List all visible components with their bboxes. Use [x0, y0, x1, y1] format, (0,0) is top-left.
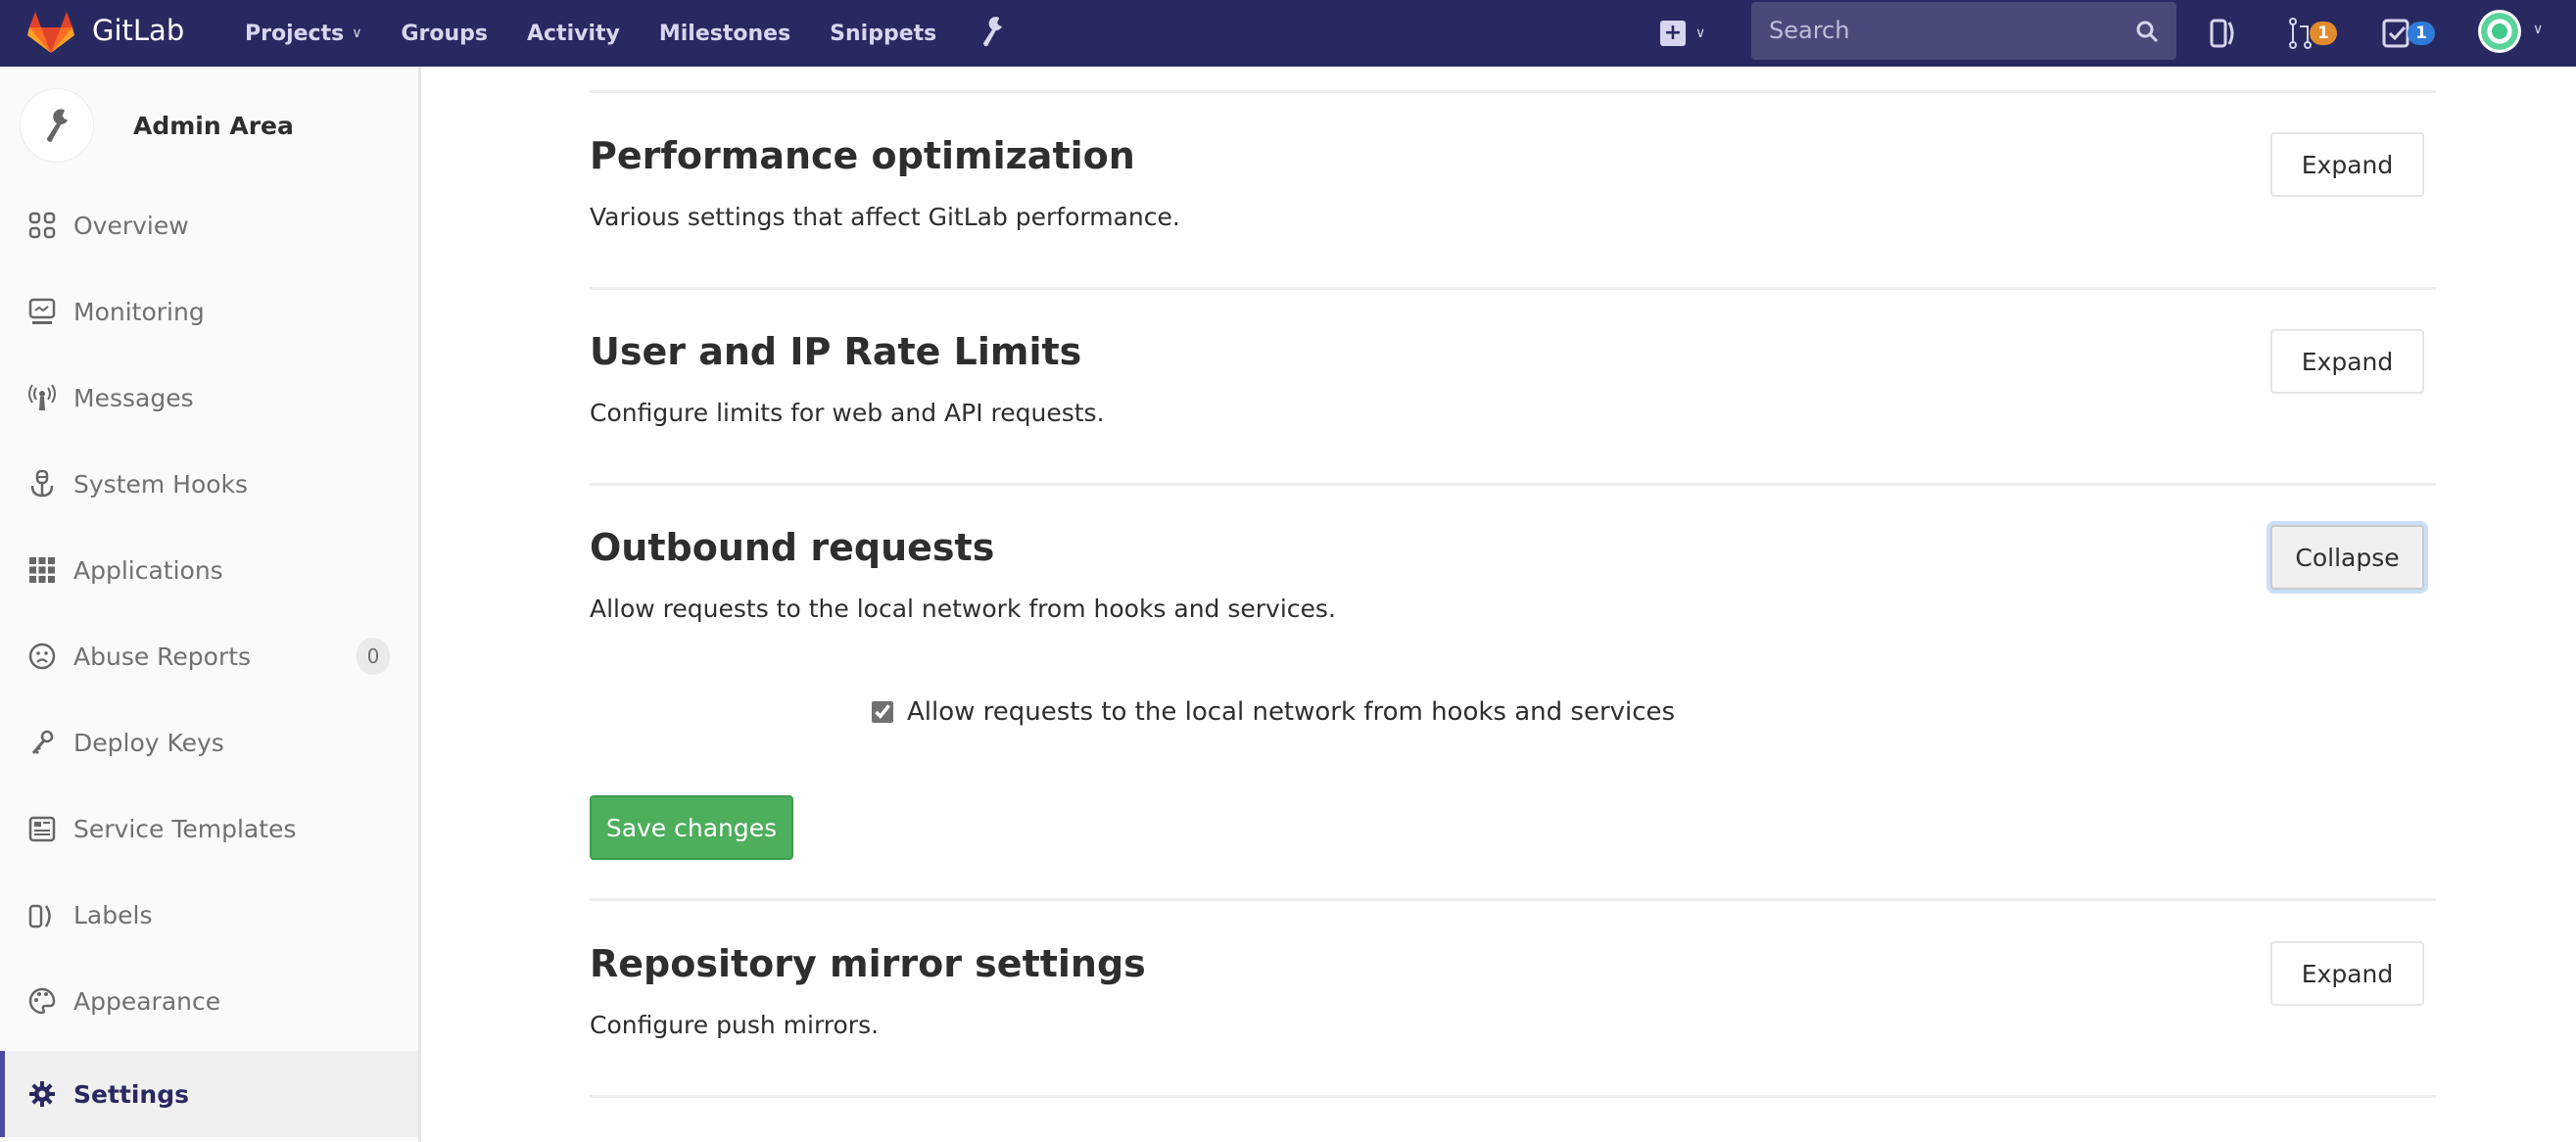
section-description: Allow requests to the local network from…	[590, 595, 1336, 623]
section-divider	[590, 90, 2436, 93]
admin-avatar	[20, 88, 94, 163]
monitor-icon	[27, 297, 57, 326]
sidebar-item-label: Applications	[73, 555, 223, 585]
brand-name[interactable]: GitLab	[92, 14, 184, 47]
search-box[interactable]	[1751, 2, 2176, 60]
settings-content: Performance optimization Various setting…	[421, 67, 2576, 1142]
overview-grid-icon	[27, 211, 57, 240]
sidebar-item-label: Messages	[73, 383, 194, 412]
sidebar-item-monitoring[interactable]: Monitoring	[0, 268, 418, 355]
expand-button[interactable]: Expand	[2270, 941, 2424, 1006]
admin-sidebar: Admin Area Overview Monitoring Messages …	[0, 67, 421, 1142]
sidebar-item-label: System Hooks	[73, 469, 249, 499]
main-nav: Projects ∨ Groups Activity Milestones Sni…	[245, 0, 976, 67]
todos-count: 1	[2408, 22, 2435, 45]
sidebar-item-label: Abuse Reports	[73, 642, 252, 671]
issues-icon	[2210, 19, 2234, 48]
sidebar-context-header[interactable]: Admin Area	[20, 88, 294, 163]
sidebar-item-applications[interactable]: Applications	[0, 527, 418, 613]
sidebar-item-label: Service Templates	[73, 814, 297, 843]
chevron-down-icon[interactable]: ∨	[2533, 22, 2543, 37]
expand-button[interactable]: Expand	[2270, 329, 2424, 394]
applications-grid-icon	[27, 555, 57, 585]
top-navbar: GitLab Projects ∨ Groups Activity Milesto…	[0, 0, 2576, 67]
sidebar-item-abuse-reports[interactable]: Abuse Reports 0	[0, 613, 418, 699]
sidebar-item-appearance[interactable]: Appearance	[0, 958, 418, 1044]
section-divider	[590, 483, 2436, 486]
nav-projects-label: Projects	[245, 21, 345, 46]
nav-snippets[interactable]: Snippets	[830, 22, 936, 46]
gear-icon	[27, 1079, 57, 1109]
allow-local-requests-field[interactable]: Allow requests to the local network from…	[872, 697, 1675, 727]
new-item-dropdown[interactable]: + ∨	[1660, 18, 1719, 49]
sidebar-item-label: Labels	[73, 900, 153, 929]
wrench-icon	[46, 109, 69, 142]
section-title: User and IP Rate Limits	[590, 330, 1082, 373]
sidebar-item-service-templates[interactable]: Service Templates	[0, 785, 418, 872]
sidebar-context-title: Admin Area	[133, 111, 294, 140]
section-description: Configure limits for web and API request…	[590, 399, 1105, 427]
plus-square-icon: +	[1660, 21, 1686, 46]
sidebar-item-system-hooks[interactable]: System Hooks	[0, 441, 418, 527]
sidebar-item-labels[interactable]: Labels	[0, 872, 418, 958]
collapse-button[interactable]: Collapse	[2270, 525, 2424, 590]
search-input[interactable]	[1769, 14, 2122, 47]
save-changes-button[interactable]: Save changes	[590, 795, 793, 860]
sidebar-item-settings[interactable]: Settings	[0, 1051, 418, 1137]
nav-groups[interactable]: Groups	[401, 22, 488, 46]
anchor-hook-icon	[27, 469, 57, 499]
section-description: Configure push mirrors.	[590, 1011, 880, 1039]
abuse-reports-count-badge: 0	[357, 638, 390, 675]
sidebar-item-label: Appearance	[73, 986, 221, 1016]
broadcast-icon	[27, 383, 57, 412]
section-title: Outbound requests	[590, 526, 995, 569]
todos-button[interactable]: 1	[2382, 16, 2435, 51]
sad-face-icon	[27, 642, 57, 671]
issues-button[interactable]	[2210, 16, 2237, 51]
admin-wrench-icon[interactable]	[978, 14, 1007, 49]
template-icon	[27, 814, 57, 843]
merge-requests-count: 1	[2310, 22, 2337, 45]
sidebar-item-overview[interactable]: Overview	[0, 182, 418, 268]
sidebar-item-label: Monitoring	[73, 297, 205, 326]
sidebar-item-deploy-keys[interactable]: Deploy Keys	[0, 699, 418, 785]
section-divider	[590, 287, 2436, 290]
sidebar-item-messages[interactable]: Messages	[0, 355, 418, 441]
section-description: Various settings that affect GitLab perf…	[590, 203, 1180, 231]
chevron-down-icon: ∨	[352, 25, 362, 41]
nav-activity[interactable]: Activity	[527, 22, 620, 46]
expand-button[interactable]: Expand	[2270, 132, 2424, 197]
section-divider	[590, 1095, 2436, 1098]
sidebar-item-label: Deploy Keys	[73, 728, 224, 757]
palette-icon	[27, 986, 57, 1016]
sidebar-item-label: Settings	[73, 1079, 190, 1109]
nav-milestones[interactable]: Milestones	[659, 22, 790, 46]
chevron-down-icon: ∨	[1695, 25, 1706, 41]
section-title: Repository mirror settings	[590, 942, 1146, 985]
nav-projects[interactable]: Projects ∨	[245, 22, 361, 46]
section-title: Performance optimization	[590, 134, 1135, 177]
sidebar-item-label: Overview	[73, 211, 189, 240]
search-icon[interactable]	[2135, 20, 2159, 43]
user-avatar[interactable]	[2478, 10, 2521, 53]
gitlab-logo-icon[interactable]	[27, 10, 74, 55]
merge-requests-button[interactable]: 1	[2288, 16, 2337, 51]
allow-local-requests-checkbox[interactable]	[872, 701, 893, 723]
allow-local-requests-label: Allow requests to the local network from…	[907, 697, 1676, 727]
labels-icon	[27, 900, 57, 929]
section-divider	[590, 898, 2436, 901]
key-icon	[27, 728, 57, 757]
